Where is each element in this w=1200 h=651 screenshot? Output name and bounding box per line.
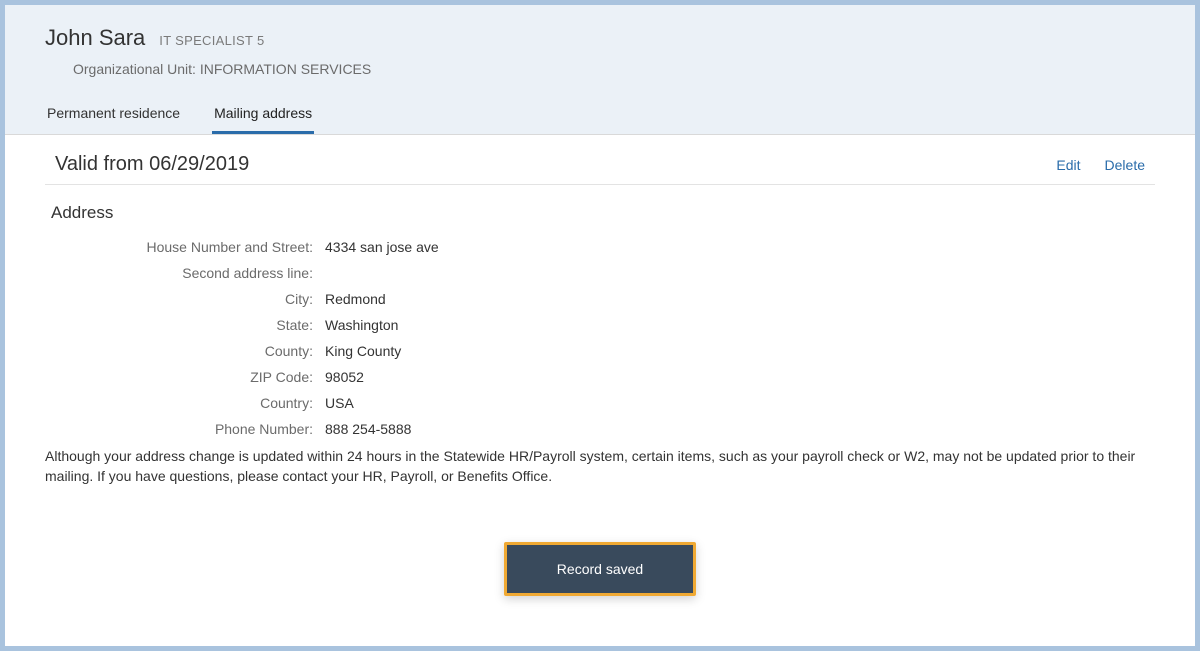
- page-container: John Sara IT SPECIALIST 5 Organizational…: [5, 5, 1195, 646]
- tab-mailing-address[interactable]: Mailing address: [212, 99, 314, 134]
- field-second-line: Second address line:: [45, 265, 1155, 281]
- toast-container: Record saved: [45, 542, 1155, 596]
- field-phone: Phone Number: 888 254-5888: [45, 421, 1155, 437]
- content-section: Valid from 06/29/2019 Edit Delete Addres…: [5, 135, 1195, 596]
- phone-value: 888 254-5888: [325, 421, 411, 437]
- country-label: Country:: [45, 395, 325, 411]
- tab-permanent-residence[interactable]: Permanent residence: [45, 99, 182, 134]
- county-label: County:: [45, 343, 325, 359]
- city-value: Redmond: [325, 291, 386, 307]
- second-line-label: Second address line:: [45, 265, 325, 281]
- zip-value: 98052: [325, 369, 364, 385]
- thin-divider: [45, 184, 1155, 185]
- org-unit-label: Organizational Unit:: [73, 61, 196, 77]
- person-name: John Sara: [45, 25, 145, 51]
- city-label: City:: [45, 291, 325, 307]
- state-value: Washington: [325, 317, 398, 333]
- field-house-number: House Number and Street: 4334 san jose a…: [45, 239, 1155, 255]
- country-value: USA: [325, 395, 354, 411]
- house-number-value: 4334 san jose ave: [325, 239, 439, 255]
- edit-link[interactable]: Edit: [1056, 157, 1080, 173]
- valid-from-prefix: Valid from: [55, 153, 149, 175]
- disclaimer-text: Although your address change is updated …: [45, 447, 1155, 486]
- phone-label: Phone Number:: [45, 421, 325, 437]
- zip-label: ZIP Code:: [45, 369, 325, 385]
- valid-from-text: Valid from 06/29/2019: [55, 153, 249, 176]
- record-saved-toast: Record saved: [504, 542, 696, 596]
- actions: Edit Delete: [1056, 157, 1145, 173]
- header-section: John Sara IT SPECIALIST 5 Organizational…: [5, 5, 1195, 134]
- address-section-title: Address: [45, 203, 1155, 223]
- org-unit-line: Organizational Unit: INFORMATION SERVICE…: [73, 61, 1155, 77]
- name-line: John Sara IT SPECIALIST 5: [45, 25, 1155, 51]
- field-state: State: Washington: [45, 317, 1155, 333]
- house-number-label: House Number and Street:: [45, 239, 325, 255]
- field-zip: ZIP Code: 98052: [45, 369, 1155, 385]
- org-unit-value: INFORMATION SERVICES: [200, 61, 371, 77]
- field-country: Country: USA: [45, 395, 1155, 411]
- delete-link[interactable]: Delete: [1105, 157, 1145, 173]
- field-city: City: Redmond: [45, 291, 1155, 307]
- field-county: County: King County: [45, 343, 1155, 359]
- county-value: King County: [325, 343, 401, 359]
- job-title: IT SPECIALIST 5: [159, 33, 264, 48]
- tabs: Permanent residence Mailing address: [45, 99, 1155, 134]
- state-label: State:: [45, 317, 325, 333]
- valid-from-row: Valid from 06/29/2019 Edit Delete: [45, 153, 1155, 176]
- valid-from-date: 06/29/2019: [149, 153, 249, 175]
